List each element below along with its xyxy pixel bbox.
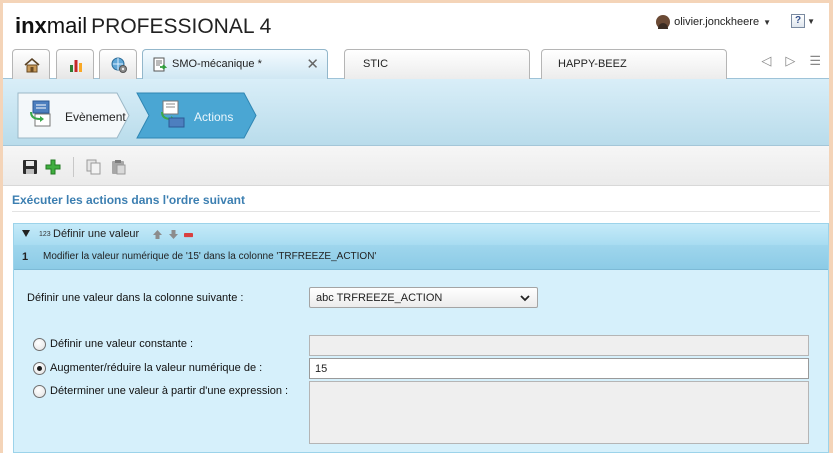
column-select-value: abc TRFREEZE_ACTION bbox=[316, 292, 443, 304]
action-panel-header[interactable]: 123 Définir une valeur bbox=[14, 224, 828, 245]
radio-expression-value[interactable] bbox=[33, 385, 46, 398]
action-summary-row: 1 Modifier la valeur numérique de '15' d… bbox=[14, 245, 828, 270]
section-divider bbox=[12, 211, 820, 212]
chevron-down-icon bbox=[520, 295, 530, 302]
previous-tab-icon[interactable]: ◁ bbox=[761, 53, 771, 69]
home-icon bbox=[24, 57, 40, 73]
radio-constant-value[interactable] bbox=[33, 338, 46, 351]
close-icon[interactable]: ✕ bbox=[306, 55, 319, 73]
tab-label: STIC bbox=[363, 58, 389, 70]
tab-stic[interactable]: STIC bbox=[344, 49, 530, 79]
move-down-icon[interactable] bbox=[169, 230, 178, 239]
tab-strip: SMO-mécanique * ✕ STIC HAPPY-BEEZ ◁ ▷ ☰ bbox=[3, 47, 829, 80]
increment-value-field[interactable]: 15 bbox=[309, 358, 809, 379]
event-icon bbox=[30, 100, 51, 127]
wizard-step-label: Actions bbox=[194, 110, 234, 124]
collapse-icon[interactable] bbox=[22, 230, 30, 237]
expression-value-field[interactable] bbox=[309, 381, 809, 444]
logo-brand-bold: inx bbox=[15, 13, 47, 38]
radio-increment-value[interactable] bbox=[33, 362, 46, 375]
action-toolbar bbox=[3, 146, 829, 186]
toolbar-separator bbox=[73, 157, 74, 177]
chevron-down-icon: ▼ bbox=[763, 17, 771, 27]
tab-navigation: ◁ ▷ ☰ bbox=[761, 53, 821, 69]
actions-icon bbox=[161, 100, 185, 128]
constant-value-field[interactable] bbox=[309, 335, 809, 356]
column-label: Définir une valeur dans la colonne suiva… bbox=[27, 292, 244, 304]
action-index: 1 bbox=[22, 251, 29, 263]
tab-reports[interactable] bbox=[56, 49, 94, 79]
action-title: Définir une valeur bbox=[53, 228, 140, 240]
logo-brand-light: mail bbox=[46, 13, 88, 38]
save-icon[interactable] bbox=[22, 159, 38, 175]
wizard-step-evenement[interactable]: Evènement bbox=[17, 92, 131, 139]
increment-value: 15 bbox=[315, 363, 328, 375]
chevron-down-icon: ▼ bbox=[807, 16, 815, 26]
add-icon[interactable] bbox=[45, 159, 61, 175]
reports-icon bbox=[70, 60, 82, 72]
option-label-increment: Augmenter/réduire la valeur numérique de… bbox=[50, 362, 263, 374]
move-up-icon[interactable] bbox=[153, 230, 162, 239]
action-panel: 123 Définir une valeur 1 Modifier la val… bbox=[13, 223, 829, 453]
app-logo: inxmail PROFESSIONAL 4 bbox=[15, 13, 271, 39]
paste-icon[interactable] bbox=[110, 159, 126, 175]
tab-label: SMO-mécanique * bbox=[172, 58, 262, 70]
user-avatar-icon bbox=[656, 15, 671, 29]
tab-label: HAPPY-BEEZ bbox=[558, 58, 627, 70]
app-header: inxmail PROFESSIONAL 4 olivier.jonckheere… bbox=[3, 3, 829, 47]
help-menu[interactable]: ? ▼ bbox=[791, 14, 815, 28]
wizard-ribbon: Evènement Actions bbox=[3, 79, 829, 146]
wizard-step-label: Evènement bbox=[65, 110, 126, 124]
user-menu[interactable]: olivier.jonckheere ▼ bbox=[656, 15, 771, 29]
help-icon: ? bbox=[791, 14, 806, 28]
column-select[interactable]: abc TRFREEZE_ACTION bbox=[309, 287, 538, 308]
tab-smo-mecanique[interactable]: SMO-mécanique * ✕ bbox=[142, 49, 328, 80]
next-tab-icon[interactable]: ▷ bbox=[785, 53, 795, 69]
tab-list-icon[interactable]: ☰ bbox=[809, 53, 821, 69]
option-label-constant: Définir une valeur constante : bbox=[50, 338, 194, 350]
settings-globe-icon bbox=[111, 57, 127, 73]
copy-icon[interactable] bbox=[86, 159, 102, 175]
delete-icon[interactable] bbox=[184, 231, 193, 240]
wizard-step-actions[interactable]: Actions bbox=[136, 92, 258, 139]
tab-happy-beez[interactable]: HAPPY-BEEZ bbox=[541, 49, 727, 79]
app-window: inxmail PROFESSIONAL 4 olivier.jonckheere… bbox=[3, 3, 829, 453]
tab-home[interactable] bbox=[12, 49, 50, 79]
logo-product: PROFESSIONAL 4 bbox=[91, 15, 272, 38]
document-action-icon bbox=[153, 57, 168, 72]
option-label-expression: Déterminer une valeur à partir d'une exp… bbox=[50, 385, 289, 397]
value-type-badge: 123 bbox=[39, 231, 51, 238]
action-description: Modifier la valeur numérique de '15' dan… bbox=[43, 251, 377, 262]
section-title: Exécuter les actions dans l'ordre suivan… bbox=[12, 193, 245, 207]
user-name: olivier.jonckheere bbox=[674, 16, 760, 28]
tab-settings[interactable] bbox=[99, 49, 137, 79]
